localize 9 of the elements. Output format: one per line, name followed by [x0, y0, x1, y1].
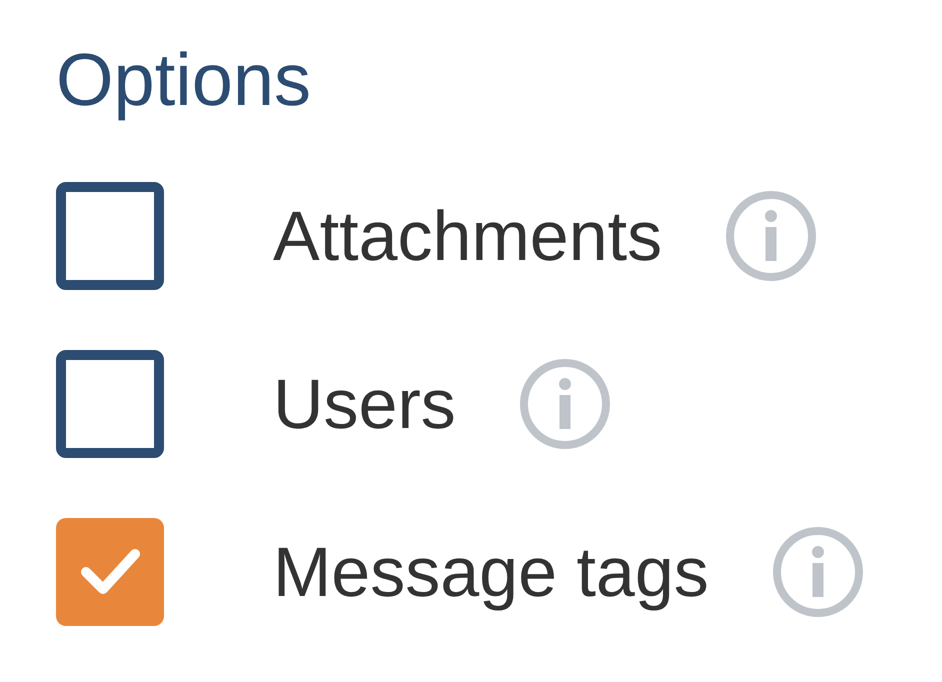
info-icon[interactable]: [726, 191, 816, 281]
info-icon[interactable]: [520, 359, 610, 449]
section-heading: Options: [56, 40, 312, 120]
checkbox[interactable]: [56, 518, 164, 626]
checkbox[interactable]: [56, 182, 164, 290]
info-icon[interactable]: [772, 527, 863, 617]
option-label: Attachments: [273, 201, 662, 271]
option-label: Users: [273, 369, 456, 439]
checkbox[interactable]: [56, 350, 164, 458]
